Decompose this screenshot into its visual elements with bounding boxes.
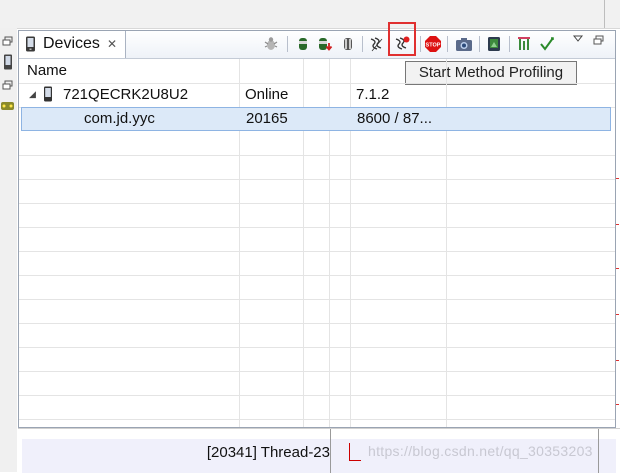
column-divider (330, 429, 331, 473)
minimize-icon[interactable] (593, 35, 605, 47)
close-icon[interactable]: ✕ (107, 37, 117, 51)
edge-tick (616, 268, 619, 269)
left-trim-bar (0, 28, 17, 472)
toolbar-separator (509, 36, 510, 52)
watermark: https://blog.csdn.net/qq_30353203 (368, 443, 593, 459)
device-view-icon[interactable] (2, 54, 14, 70)
empty-row (19, 299, 615, 324)
devices-table: Name ◢ 721QECRK2U8U2 Online 7.1.2 com.jd… (19, 59, 615, 427)
expand-collapse-icon[interactable]: ◢ (29, 89, 36, 100)
edge-tick (616, 314, 619, 315)
panel-tab-bar: Devices ✕ STOP Start Method Profiling (19, 22, 615, 85)
column-divider (598, 429, 599, 473)
device-state: Online (245, 86, 289, 103)
device-serial: 721QECRK2U8U2 (63, 86, 189, 103)
empty-row (19, 323, 615, 348)
edge-tick (616, 404, 619, 405)
threads-view: [20341] Thread-23 https://blog.csdn.net/… (18, 428, 620, 473)
edge-tick (616, 224, 619, 225)
cause-gc-icon[interactable] (339, 35, 357, 53)
toolbar-separator (287, 36, 288, 52)
toolbar-separator (362, 36, 363, 52)
empty-row (19, 251, 615, 276)
trace-marker (349, 460, 361, 461)
device-row[interactable]: ◢ 721QECRK2U8U2 Online 7.1.2 (19, 83, 615, 108)
empty-row (19, 395, 615, 420)
stop-process-icon[interactable]: STOP (424, 35, 442, 53)
tab-title: Devices (43, 35, 100, 52)
devices-panel: Devices ✕ STOP Start Method Profiling Na… (18, 22, 616, 428)
svg-text:STOP: STOP (426, 43, 441, 49)
edge-tick (616, 178, 619, 179)
top-strip (0, 0, 620, 29)
device-icon (44, 86, 52, 102)
view-menu-icon[interactable] (572, 33, 584, 45)
device-icon (26, 36, 35, 52)
process-row[interactable]: com.jd.yyc 20165 8600 / 87... (21, 107, 611, 131)
tab-devices[interactable]: Devices ✕ (19, 31, 126, 58)
toolbar-separator (447, 36, 448, 52)
empty-row (19, 347, 615, 372)
top-strip-separator (604, 0, 605, 28)
dump-view-hierarchy-icon[interactable] (485, 35, 503, 53)
column-header-name[interactable]: Name (27, 62, 67, 79)
empty-row (19, 203, 615, 228)
empty-row (19, 179, 615, 204)
trace-marker (349, 443, 350, 461)
systrace-icon[interactable] (516, 35, 534, 53)
toolbar-separator (479, 36, 480, 52)
thread-label: [20341] Thread-23 (206, 444, 330, 461)
empty-row (19, 131, 615, 156)
update-heap-icon[interactable] (294, 35, 312, 53)
edge-tick (616, 360, 619, 361)
empty-row (19, 371, 615, 396)
screen-capture-icon[interactable] (455, 35, 473, 53)
toolbar-separator (420, 36, 421, 52)
empty-row (19, 227, 615, 252)
update-threads-icon[interactable] (368, 35, 386, 53)
empty-row (19, 155, 615, 180)
table-header: Name (19, 59, 615, 84)
opengl-trace-icon[interactable] (538, 35, 556, 53)
process-port: 8600 / 87... (357, 110, 433, 127)
emulator-control-icon[interactable] (0, 100, 15, 112)
dump-hprof-icon[interactable] (316, 35, 334, 53)
process-pid: 20165 (246, 110, 288, 127)
debug-bug-icon[interactable] (262, 35, 280, 53)
highlight-box (388, 22, 416, 56)
process-name: com.jd.yyc (84, 110, 155, 127)
device-build: 7.1.2 (356, 86, 390, 103)
empty-row (19, 275, 615, 300)
restore-icon[interactable] (2, 36, 14, 48)
restore-icon[interactable] (2, 80, 14, 92)
